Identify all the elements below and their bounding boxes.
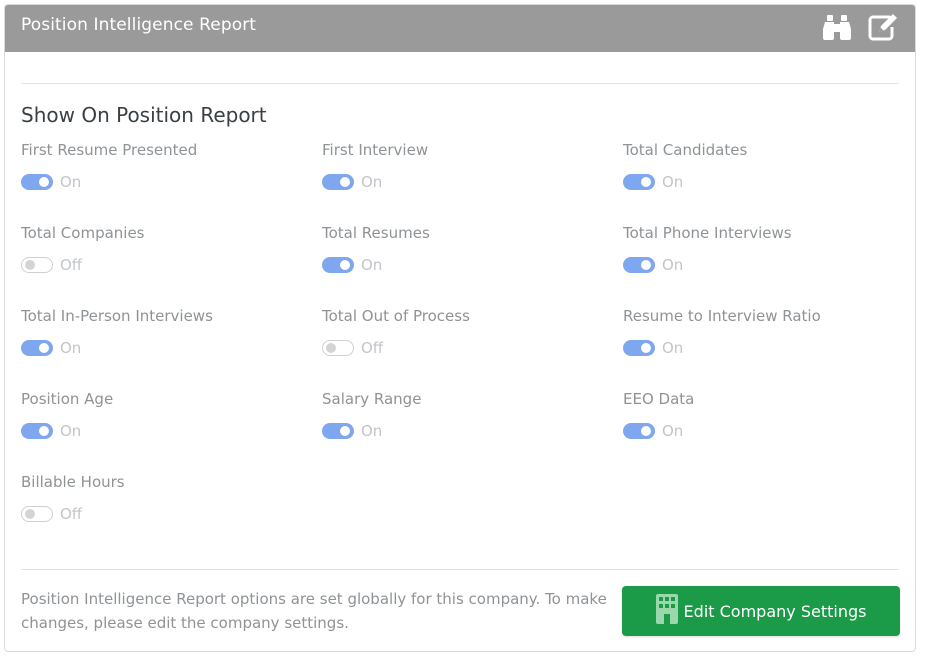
toggle-state-label: On	[60, 339, 82, 357]
setting-toggle[interactable]: Off	[21, 256, 82, 274]
header-actions	[821, 11, 899, 43]
toggle-switch[interactable]	[322, 174, 354, 190]
toggle-knob	[39, 177, 49, 187]
setting-label: Salary Range	[322, 390, 422, 408]
top-divider	[21, 83, 899, 84]
building-icon	[655, 594, 678, 628]
setting-label: Total Resumes	[322, 224, 430, 242]
footer-note: Position Intelligence Report options are…	[21, 590, 607, 632]
card-header: Position Intelligence Report	[5, 5, 915, 52]
edit-company-settings-label: Edit Company Settings	[683, 601, 867, 621]
toggle-knob	[641, 426, 651, 436]
setting-toggle[interactable]: Off	[322, 339, 383, 357]
setting-item: EEO Data On	[623, 390, 915, 460]
setting-label: Total Candidates	[623, 141, 748, 159]
toggle-switch[interactable]	[21, 423, 53, 439]
toggle-knob	[25, 260, 35, 270]
setting-toggle[interactable]: On	[21, 173, 81, 191]
setting-label: Total Companies	[21, 224, 145, 242]
footer-divider	[21, 569, 899, 570]
toggle-state-label: On	[361, 422, 383, 440]
setting-item: Billable Hours Off	[21, 473, 321, 543]
toggle-switch[interactable]	[21, 340, 53, 356]
toggle-knob	[39, 343, 49, 353]
setting-toggle[interactable]: On	[322, 173, 382, 191]
setting-item: Total Out of Process Off	[322, 307, 622, 377]
toggle-knob	[340, 260, 350, 270]
toggle-knob	[641, 260, 651, 270]
setting-toggle[interactable]: On	[623, 256, 683, 274]
setting-toggle[interactable]: On	[322, 256, 382, 274]
setting-toggle[interactable]: Off	[21, 505, 82, 523]
toggle-state-label: On	[60, 173, 82, 191]
setting-toggle[interactable]: On	[21, 422, 81, 440]
setting-item: Salary Range On	[322, 390, 622, 460]
toggle-state-label: On	[662, 422, 684, 440]
setting-label: Position Age	[21, 390, 114, 408]
setting-label: First Interview	[322, 141, 429, 159]
setting-item: Total Candidates On	[623, 141, 915, 211]
toggle-knob	[340, 426, 350, 436]
toggle-state-label: Off	[60, 505, 83, 523]
toggle-switch[interactable]	[623, 340, 655, 356]
card-title: Position Intelligence Report	[21, 14, 257, 35]
setting-label: Resume to Interview Ratio	[623, 307, 821, 325]
setting-item: Resume to Interview Ratio On	[623, 307, 915, 377]
toggle-state-label: On	[662, 256, 684, 274]
setting-label: EEO Data	[623, 390, 695, 408]
toggle-switch[interactable]	[623, 423, 655, 439]
setting-toggle[interactable]: On	[623, 173, 683, 191]
position-intelligence-card: Position Intelligence Report Show On Pos…	[4, 4, 916, 652]
toggle-switch[interactable]	[21, 257, 53, 273]
toggle-switch[interactable]	[322, 340, 354, 356]
toggle-switch[interactable]	[623, 257, 655, 273]
toggle-state-label: On	[662, 173, 684, 191]
setting-label: Billable Hours	[21, 473, 125, 491]
toggle-state-label: Off	[60, 256, 83, 274]
edit-company-settings-button[interactable]: Edit Company Settings	[622, 586, 900, 636]
toggle-knob	[326, 343, 336, 353]
setting-toggle[interactable]: On	[322, 422, 382, 440]
setting-toggle[interactable]: On	[623, 422, 683, 440]
setting-item: First Resume Presented On	[21, 141, 321, 211]
binoculars-icon[interactable]	[821, 11, 853, 43]
setting-label: Total Out of Process	[322, 307, 470, 325]
toggle-knob	[39, 426, 49, 436]
toggle-switch[interactable]	[21, 174, 53, 190]
toggle-state-label: On	[662, 339, 684, 357]
setting-item: Total Companies Off	[21, 224, 321, 294]
setting-item: First Interview On	[322, 141, 622, 211]
toggle-knob	[641, 177, 651, 187]
toggle-state-label: On	[361, 256, 383, 274]
toggle-state-label: Off	[361, 339, 384, 357]
toggle-switch[interactable]	[623, 174, 655, 190]
section-title: Show On Position Report	[21, 103, 267, 127]
toggle-state-label: On	[361, 173, 383, 191]
toggle-switch[interactable]	[322, 423, 354, 439]
setting-item: Total Resumes On	[322, 224, 622, 294]
setting-item: Total In-Person Interviews On	[21, 307, 321, 377]
setting-toggle[interactable]: On	[623, 339, 683, 357]
toggle-knob	[340, 177, 350, 187]
toggle-knob	[641, 343, 651, 353]
setting-label: First Resume Presented	[21, 141, 198, 159]
setting-item: Position Age On	[21, 390, 321, 460]
setting-toggle[interactable]: On	[21, 339, 81, 357]
setting-label: Total In-Person Interviews	[21, 307, 213, 325]
setting-label: Total Phone Interviews	[623, 224, 792, 242]
toggle-state-label: On	[60, 422, 82, 440]
setting-item: Total Phone Interviews On	[623, 224, 915, 294]
edit-icon[interactable]	[867, 11, 899, 43]
toggle-knob	[25, 509, 35, 519]
toggle-switch[interactable]	[322, 257, 354, 273]
toggle-switch[interactable]	[21, 506, 53, 522]
